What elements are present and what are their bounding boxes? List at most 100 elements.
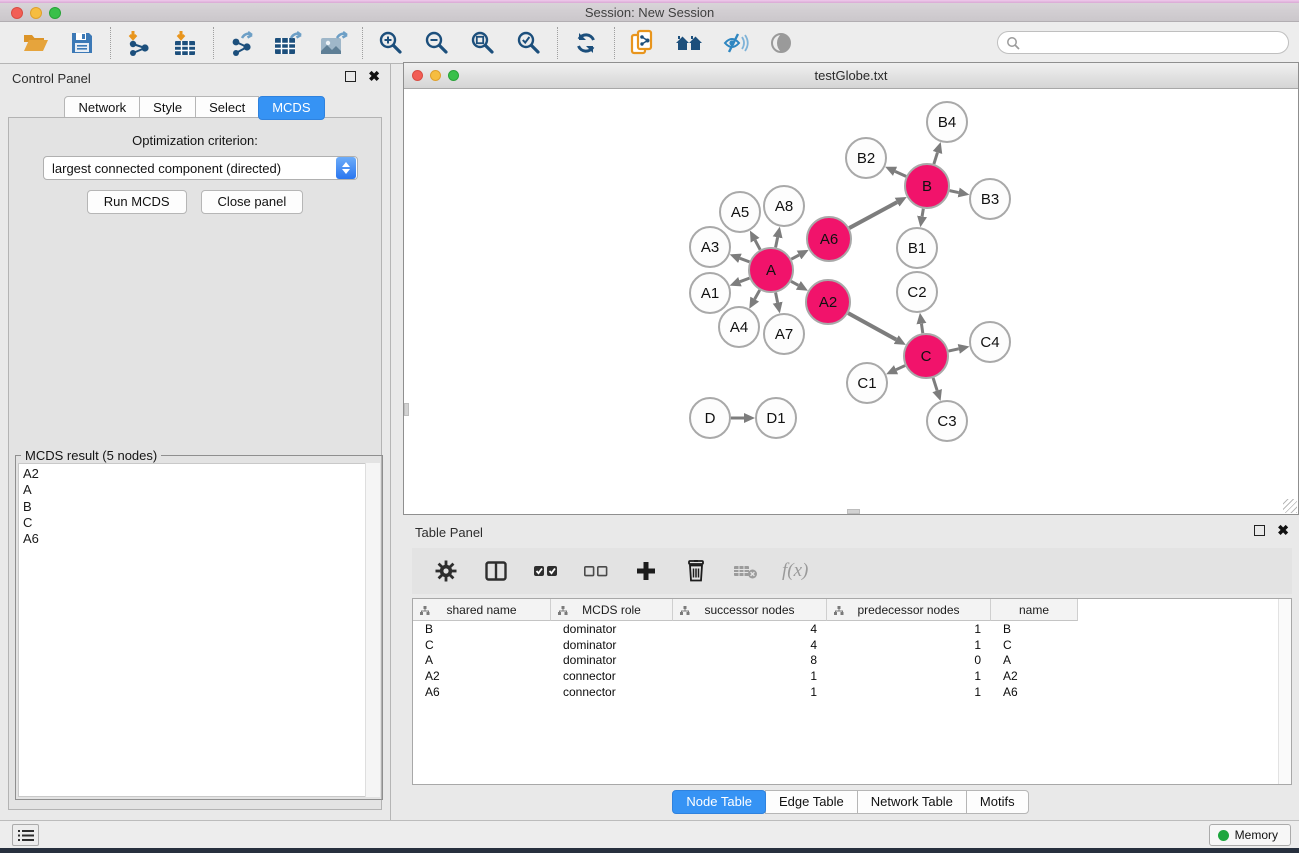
zoom-selected-icon[interactable] [513,28,545,58]
graph-edge-C-C2[interactable] [921,324,922,334]
graph-edge-A-A6[interactable] [791,255,799,259]
table-cell-shared_name[interactable]: A2 [413,669,551,683]
hide-selected-icon[interactable] [719,28,751,58]
mcds-list-item[interactable]: A6 [23,531,379,547]
column-header-predecessor-nodes[interactable]: predecessor nodes [827,599,991,621]
save-session-icon[interactable] [66,28,98,58]
graph-edge-B-B4[interactable] [934,153,938,165]
table-cell-name[interactable]: A2 [991,669,1078,683]
table-tab-node-table[interactable]: Node Table [672,790,766,814]
table-cell-predecessor_nodes[interactable]: 1 [827,622,991,636]
graph-edge-B-B3[interactable] [950,191,959,193]
open-session-icon[interactable] [20,28,52,58]
import-table-icon[interactable] [169,28,201,58]
table-cell-mcds_role[interactable]: connector [551,685,673,699]
node-table[interactable]: shared nameMCDS rolesuccessor nodesprede… [412,598,1292,785]
table-cell-successor_nodes[interactable]: 1 [673,669,827,683]
graph-edge-A-A8[interactable] [776,237,778,247]
close-panel-icon[interactable]: ✖ [368,71,380,82]
show-all-icon[interactable] [765,28,797,58]
network-vscroll-thumb[interactable] [404,403,409,416]
zoom-in-icon[interactable] [375,28,407,58]
network-window-titlebar[interactable]: testGlobe.txt [404,63,1298,89]
table-cell-shared_name[interactable]: A [413,653,551,667]
memory-button[interactable]: Memory [1209,824,1291,846]
export-image-icon[interactable] [318,28,350,58]
add-column-icon[interactable] [632,557,660,585]
close-panel-button[interactable]: Close panel [201,190,304,214]
zoom-out-icon[interactable] [421,28,453,58]
table-cell-predecessor_nodes[interactable]: 1 [827,669,991,683]
toggle-panel-split-icon[interactable] [482,557,510,585]
table-cell-mcds_role[interactable]: connector [551,669,673,683]
column-header-mcds-role[interactable]: MCDS role [551,599,673,621]
table-cell-successor_nodes[interactable]: 4 [673,622,827,636]
export-table-icon[interactable] [272,28,304,58]
delete-columns-icon[interactable] [682,557,710,585]
network-hscroll-thumb[interactable] [847,509,860,514]
table-tab-network-table[interactable]: Network Table [857,790,967,814]
table-cell-successor_nodes[interactable]: 4 [673,638,827,652]
graph-edge-C-C4[interactable] [948,349,958,351]
table-cell-successor_nodes[interactable]: 1 [673,685,827,699]
deselect-all-icon[interactable] [582,557,610,585]
table-cell-predecessor_nodes[interactable]: 0 [827,653,991,667]
table-row-b[interactable]: Bdominator41B [413,621,1291,637]
table-cell-mcds_role[interactable]: dominator [551,653,673,667]
select-all-icon[interactable] [532,557,560,585]
graph-edge-B-B2[interactable] [895,171,906,176]
graph-edge-A-A7[interactable] [776,293,778,303]
table-cell-predecessor_nodes[interactable]: 1 [827,638,991,652]
criterion-select[interactable]: largest connected component (directed) [43,156,358,180]
table-cell-name[interactable]: A [991,653,1078,667]
table-settings-icon[interactable] [432,557,460,585]
search-input[interactable] [997,31,1289,54]
window-resize-grip[interactable] [1283,499,1297,513]
refresh-layout-icon[interactable] [570,28,602,58]
column-header-name[interactable]: name [991,599,1078,621]
tab-mcds[interactable]: MCDS [258,96,324,120]
mcds-list-item[interactable]: B [23,499,379,515]
fit-content-icon[interactable] [467,28,499,58]
table-cell-name[interactable]: C [991,638,1078,652]
mcds-list-item[interactable]: A2 [23,466,379,482]
mcds-list-item[interactable]: C [23,515,379,531]
graph-edge-A-A1[interactable] [740,278,750,282]
table-cell-name[interactable]: B [991,622,1078,636]
column-header-shared-name[interactable]: shared name [413,599,551,621]
run-mcds-button[interactable]: Run MCDS [87,190,187,214]
float-table-panel-icon[interactable] [1254,525,1265,536]
table-cell-mcds_role[interactable]: dominator [551,622,673,636]
network-from-selection-icon[interactable] [627,28,659,58]
table-scrollbar[interactable] [1278,599,1291,784]
first-neighbors-icon[interactable] [673,28,705,58]
float-panel-icon[interactable] [345,71,356,82]
table-cell-successor_nodes[interactable]: 8 [673,653,827,667]
table-tab-edge-table[interactable]: Edge Table [765,790,858,814]
import-network-icon[interactable] [123,28,155,58]
result-list-scrollbar[interactable] [365,463,380,797]
graph-edge-A-A3[interactable] [740,258,750,262]
close-table-panel-icon[interactable]: ✖ [1277,525,1289,536]
table-cell-shared_name[interactable]: B [413,622,551,636]
graph-edge-A-A5[interactable] [755,240,760,249]
mcds-list-item[interactable]: A [23,482,379,498]
graph-edge-A-A2[interactable] [791,281,798,285]
table-tab-motifs[interactable]: Motifs [966,790,1029,814]
network-canvas[interactable]: B4B2BB3B1A6A5A8A3AA1A4A7A2C2C4CC1C3DD1 [404,89,1298,514]
table-row-a6[interactable]: A6connector11A6 [413,684,1291,700]
table-row-a[interactable]: Adominator80A [413,653,1291,669]
graph-edge-A6-B[interactable] [849,202,897,228]
table-cell-shared_name[interactable]: C [413,638,551,652]
graph-edge-A2-C[interactable] [848,313,896,339]
table-cell-predecessor_nodes[interactable]: 1 [827,685,991,699]
graph-edge-B-B1[interactable] [922,209,923,217]
graph-edge-A-A4[interactable] [755,290,760,299]
column-header-successor-nodes[interactable]: successor nodes [673,599,827,621]
task-history-button[interactable] [12,824,39,846]
graph-edge-C-C1[interactable] [896,366,905,370]
table-cell-name[interactable]: A6 [991,685,1078,699]
table-row-a2[interactable]: A2connector11A2 [413,668,1291,684]
export-network-icon[interactable] [226,28,258,58]
graph-edge-C-C3[interactable] [933,378,937,391]
